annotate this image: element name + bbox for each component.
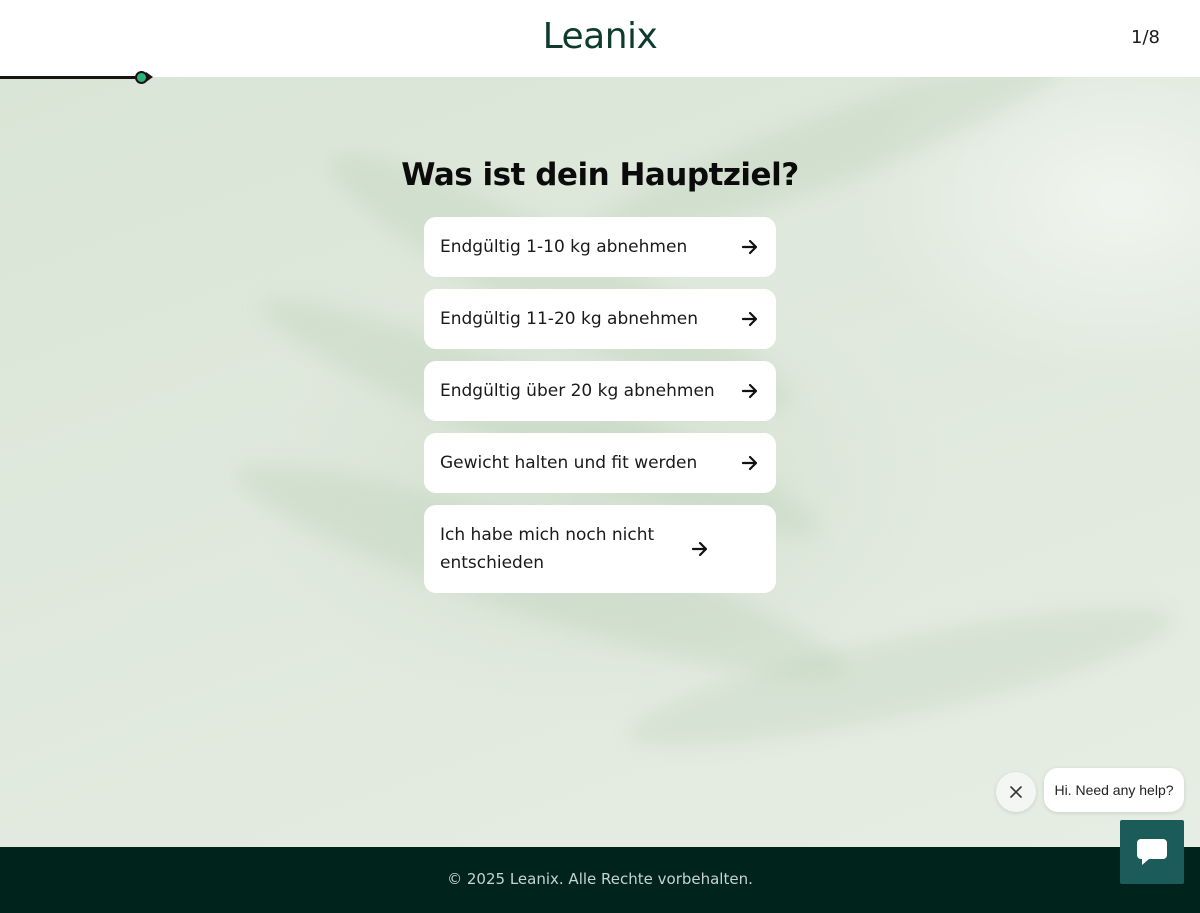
arrow-right-icon [741,239,758,255]
chat-close-button[interactable] [996,772,1036,812]
arrow-right-icon [741,311,758,327]
option-label: Endgültig über 20 kg abnehmen [440,381,715,401]
option-1-10-kg[interactable]: Endgültig 1-10 kg abnehmen [424,217,776,277]
arrow-right-icon [741,455,758,471]
option-undecided[interactable]: Ich habe mich noch nicht entschieden [424,505,776,593]
option-11-20-kg[interactable]: Endgültig 11-20 kg abnehmen [424,289,776,349]
logo[interactable]: Leanix [0,16,1200,57]
option-label: Endgültig 11-20 kg abnehmen [440,309,699,329]
step-counter: 1/8 [1131,27,1160,48]
close-icon [1010,786,1022,798]
option-label: Endgültig 1-10 kg abnehmen [440,237,688,257]
arrow-right-icon [691,541,708,557]
chat-bubble-icon [1137,839,1167,865]
progress-arrow-icon [146,72,153,82]
site-header: Leanix 1/8 [0,0,1200,77]
site-footer: © 2025 Leanix. Alle Rechte vorbehalten. [0,847,1200,913]
chat-greeting-bubble[interactable]: Hi. Need any help? [1044,768,1184,812]
arrow-right-icon [741,383,758,399]
option-label: Ich habe mich noch nicht entschieden [440,525,655,573]
option-maintain-weight[interactable]: Gewicht halten und fit werden [424,433,776,493]
progress-bar [0,76,142,79]
question-title: Was ist dein Hauptziel? [401,157,799,193]
chat-launcher-button[interactable] [1120,820,1184,884]
option-over-20-kg[interactable]: Endgültig über 20 kg abnehmen [424,361,776,421]
chat-greeting-text: Hi. Need any help? [1054,782,1174,798]
copyright-text: © 2025 Leanix. Alle Rechte vorbehalten. [447,870,753,888]
quiz-area: Was ist dein Hauptziel? Endgültig 1-10 k… [0,77,1200,847]
option-label: Gewicht halten und fit werden [440,453,698,473]
